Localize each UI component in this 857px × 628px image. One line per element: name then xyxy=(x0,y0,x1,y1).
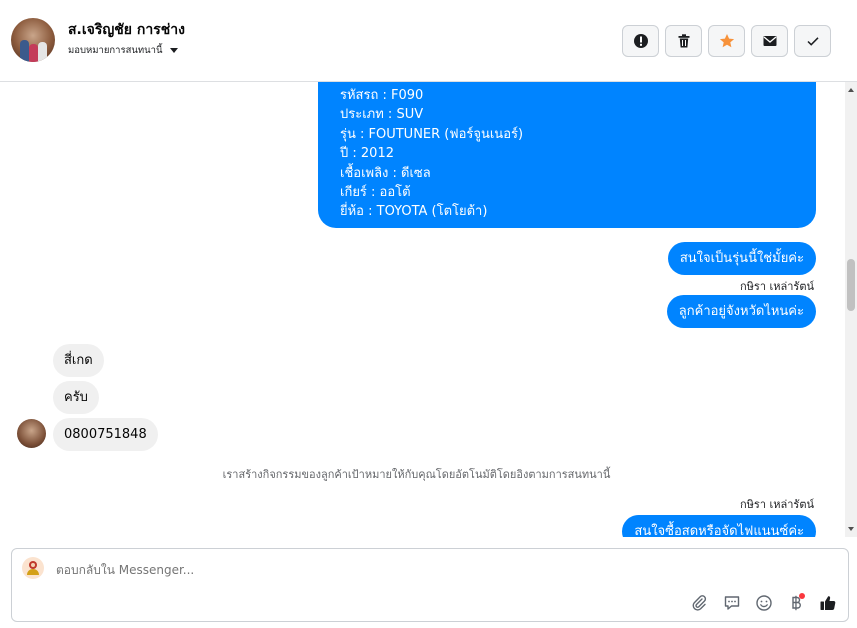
sender-name: กษิรา เหล่ารัตน์ xyxy=(740,280,814,293)
mark-spam-button[interactable] xyxy=(622,25,659,57)
message-thread[interactable]: รหัสรถ : F090 ประเภท : SUV รุ่น : FOUTUN… xyxy=(0,82,845,537)
delete-button[interactable] xyxy=(665,25,702,57)
system-notice: เราสร้างกิจกรรมของลูกค้าเป้าหมายให้กับคุ… xyxy=(222,468,611,481)
outgoing-message: ลูกค้าอยู่จังหวัดไหนค่ะ xyxy=(666,295,816,328)
scroll-up-icon[interactable] xyxy=(848,88,854,92)
outgoing-message: สนใจเป็นรุ่นนี้ใช่มั้ยค่ะ xyxy=(667,242,816,275)
conversation-header: ส.เจริญชัย การช่าง มอบหมายการสนทนานี้ xyxy=(0,0,857,82)
scroll-down-icon[interactable] xyxy=(848,527,854,531)
page-avatar xyxy=(22,557,44,579)
saved-reply-icon xyxy=(724,596,740,610)
saved-replies-button[interactable] xyxy=(722,593,742,613)
vehicle-type: ประเภท : SUV xyxy=(340,107,424,123)
vehicle-fuel: เชื้อเพลิง : ดีเซล xyxy=(340,165,431,181)
emoji-icon xyxy=(756,595,772,611)
vehicle-brand: ยี่ห้อ : TOYOTA (โตโยต้า) xyxy=(340,204,488,220)
vehicle-code: รหัสรถ : F090 xyxy=(340,88,424,103)
attach-button[interactable] xyxy=(689,593,709,613)
like-button[interactable] xyxy=(818,593,838,613)
chevron-down-icon xyxy=(169,48,178,53)
scrollbar-thumb[interactable] xyxy=(847,259,855,311)
assign-label: มอบหมายการสนทนานี้ xyxy=(68,45,163,56)
star-icon xyxy=(719,34,734,48)
vehicle-info-message: รหัสรถ : F090 ประเภท : SUV รุ่น : FOUTUN… xyxy=(318,82,816,228)
notification-dot xyxy=(799,593,805,599)
thumbs-up-icon xyxy=(820,596,836,610)
sender-name: กษิรา เหล่ารัตน์ xyxy=(740,498,814,511)
star-button[interactable] xyxy=(708,25,745,57)
exclamation-icon xyxy=(633,34,648,48)
mark-unread-button[interactable] xyxy=(751,25,788,57)
chat-scrollbar[interactable] xyxy=(845,82,857,537)
paperclip-icon xyxy=(692,595,707,611)
vehicle-model: รุ่น : FOUTUNER (ฟอร์จูนเนอร์) xyxy=(340,126,524,142)
trash-icon xyxy=(678,34,689,48)
emoji-button[interactable] xyxy=(754,593,774,613)
check-icon xyxy=(806,37,819,46)
envelope-icon xyxy=(763,36,776,46)
vehicle-gear: เกียร์ : ออโต้ xyxy=(340,185,411,201)
reply-input[interactable] xyxy=(56,563,656,577)
contact-name[interactable]: ส.เจริญชัย การช่าง xyxy=(68,19,185,41)
reply-composer xyxy=(11,548,849,622)
contact-avatar-small xyxy=(17,419,46,448)
contact-avatar[interactable] xyxy=(11,18,55,62)
outgoing-message: สนใจซื้อสดหรือจัดไฟแนนซ์ค่ะ xyxy=(622,515,816,537)
incoming-message: ครับ xyxy=(53,381,99,414)
assign-conversation-dropdown[interactable]: มอบหมายการสนทนานี้ xyxy=(68,43,178,58)
vehicle-year: ปี : 2012 xyxy=(340,146,394,162)
incoming-message: สี่เกด xyxy=(53,344,104,377)
incoming-message: 0800751848 xyxy=(53,418,158,451)
mark-done-button[interactable] xyxy=(794,25,831,57)
payment-button[interactable] xyxy=(786,593,806,613)
